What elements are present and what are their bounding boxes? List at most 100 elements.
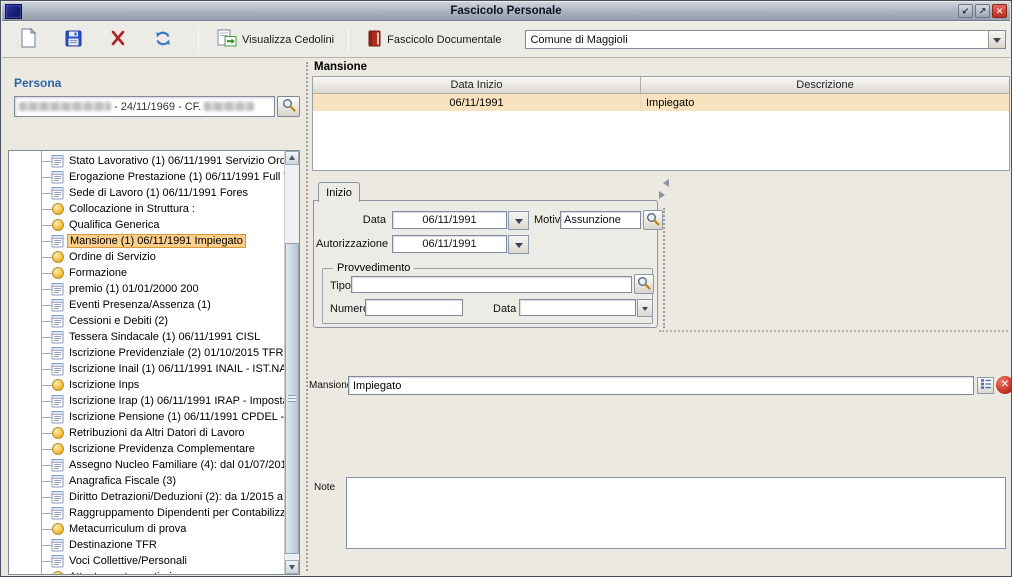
tree-item[interactable]: Diritto Detrazioni/Deduzioni (2): da 1/2… <box>9 489 284 505</box>
autorizzazione-label: Autorizzazione <box>316 238 386 250</box>
note-textarea[interactable] <box>346 477 1006 549</box>
tree-item[interactable]: premio (1) 01/01/2000 200 <box>9 281 284 297</box>
scroll-down-icon <box>289 565 295 573</box>
app-logo-icon <box>5 4 22 19</box>
table-row[interactable]: 06/11/1991 Impiegato <box>313 94 1009 111</box>
tree-item[interactable]: Erogazione Prestazione (1) 06/11/1991 Fu… <box>9 169 284 185</box>
tree-item[interactable]: Sede di Lavoro (1) 06/11/1991 Fores <box>9 185 284 201</box>
inner-vertical-splitter[interactable] <box>663 208 665 328</box>
persona-search-input[interactable]: - 24/11/1969 - CF. <box>14 96 275 117</box>
refresh-button[interactable] <box>149 26 177 54</box>
scrollbar-thumb[interactable] <box>285 243 299 554</box>
document-icon <box>51 506 64 520</box>
save-button[interactable] <box>59 26 87 54</box>
visualizza-cedolini-button[interactable]: Visualizza Cedolini <box>211 26 340 54</box>
tree-item[interactable]: Formazione <box>9 265 284 281</box>
tree-item[interactable]: Tessera Sindacale (1) 06/11/1991 CISL <box>9 329 284 345</box>
mansione-clear-button[interactable]: ✕ <box>996 376 1012 394</box>
close-button[interactable]: ✕ <box>992 4 1007 18</box>
visualizza-cedolini-icon <box>217 29 237 50</box>
section-title: Mansione <box>314 61 367 73</box>
mansione-panel: Mansione Data Inizio Descrizione 06/11/1… <box>312 58 1010 575</box>
persona-search-button[interactable] <box>277 96 300 117</box>
clear-icon: ✕ <box>1001 380 1009 390</box>
tree-item[interactable]: Destinazione TFR <box>9 537 284 553</box>
tree: Stato Lavorativo (1) 06/11/1991 Servizio… <box>8 150 300 575</box>
tipo-input[interactable] <box>351 276 632 293</box>
restore-icon: ↙ <box>962 7 970 16</box>
document-icon <box>51 298 64 312</box>
scroll-down-button[interactable] <box>285 560 299 574</box>
provvedimento-data-input[interactable] <box>519 299 636 316</box>
tree-item[interactable]: Iscrizione Pensione (1) 06/11/1991 CPDEL… <box>9 409 284 425</box>
document-icon <box>51 186 64 200</box>
inizio-tab-panel: Data Motivo Autorizzazione Provvedimento… <box>313 200 658 328</box>
tree-item[interactable]: Collocazione in Struttura : <box>9 201 284 217</box>
column-header-data-inizio[interactable]: Data Inizio <box>313 77 641 93</box>
panel-splitter[interactable] <box>302 58 312 575</box>
mansione-table: Data Inizio Descrizione 06/11/1991 Impie… <box>312 76 1010 171</box>
tree-item[interactable]: Cessioni e Debiti (2) <box>9 313 284 329</box>
inner-horizontal-splitter[interactable] <box>659 330 1008 332</box>
document-icon <box>51 346 64 360</box>
autorizzazione-dropdown-button[interactable] <box>508 235 529 254</box>
tree-item[interactable]: Eventi Presenza/Assenza (1) <box>9 297 284 313</box>
autorizzazione-input[interactable] <box>392 235 507 253</box>
thumb-grip-icon <box>288 395 296 402</box>
collapse-left-icon <box>659 179 669 187</box>
tree-item[interactable]: Iscrizione Previdenza Complementare <box>9 441 284 457</box>
tree-item[interactable]: Mansione (1) 06/11/1991 Impiegato <box>9 233 284 249</box>
scroll-up-button[interactable] <box>285 151 299 165</box>
motivo-input[interactable] <box>560 211 641 229</box>
tree-item[interactable]: Retribuzioni da Altri Datori di Lavoro <box>9 425 284 441</box>
delete-icon <box>110 30 126 49</box>
redacted-name <box>19 102 111 111</box>
tree-item[interactable]: Attestamento vestiario <box>9 569 284 575</box>
tab-inizio[interactable]: Inizio <box>318 182 360 202</box>
numero-input[interactable] <box>365 299 463 316</box>
tree-item[interactable]: Metacurriculum di prova <box>9 521 284 537</box>
bullet-icon <box>51 570 64 575</box>
close-icon: ✕ <box>996 7 1004 16</box>
tree-scrollbar[interactable] <box>284 151 299 574</box>
column-header-descrizione[interactable]: Descrizione <box>641 77 1009 93</box>
tree-item[interactable]: Qualifica Generica <box>9 217 284 233</box>
tree-item[interactable]: Ordine di Servizio <box>9 249 284 265</box>
tree-item[interactable]: Iscrizione Previdenziale (2) 01/10/2015 … <box>9 345 284 361</box>
search-icon <box>637 276 651 293</box>
tree-item[interactable]: Assegno Nucleo Familiare (4): dal 01/07/… <box>9 457 284 473</box>
provvedimento-data-dropdown-button[interactable] <box>637 299 653 317</box>
tree-item[interactable]: Stato Lavorativo (1) 06/11/1991 Servizio… <box>9 153 284 169</box>
company-combo[interactable]: Comune di Maggioli <box>525 30 1006 49</box>
delete-button[interactable] <box>104 26 132 54</box>
splitter-collapse-handle[interactable] <box>659 179 669 199</box>
mansione-input[interactable] <box>348 376 974 395</box>
company-combo-value: Comune di Maggioli <box>526 34 988 46</box>
document-icon <box>51 490 64 504</box>
bullet-icon <box>51 522 64 536</box>
dropdown-arrow-icon <box>642 307 648 314</box>
fascicolo-documentale-button[interactable]: Fascicolo Documentale <box>361 26 507 54</box>
tree-item[interactable]: Voci Collettive/Personali <box>9 553 284 569</box>
tipo-search-button[interactable] <box>634 274 654 294</box>
new-document-icon <box>20 28 37 51</box>
tree-item[interactable]: Iscrizione Irap (1) 06/11/1991 IRAP - Im… <box>9 393 284 409</box>
tree-item[interactable]: Iscrizione Inail (1) 06/11/1991 INAIL - … <box>9 361 284 377</box>
restore-button[interactable]: ↙ <box>958 4 973 18</box>
data-input[interactable] <box>392 211 507 229</box>
combo-dropdown-icon[interactable] <box>988 31 1005 48</box>
new-document-button[interactable] <box>14 26 42 54</box>
document-icon <box>51 458 64 472</box>
mansione-detail-button[interactable] <box>977 377 994 394</box>
tree-item[interactable]: Iscrizione Inps <box>9 377 284 393</box>
maximize-button[interactable]: ↗ <box>975 4 990 18</box>
data-dropdown-button[interactable] <box>508 211 529 230</box>
tree-item[interactable]: Raggruppamento Dipendenti per Contabiliz… <box>9 505 284 521</box>
toolbar-separator <box>348 29 349 51</box>
motivo-search-button[interactable] <box>643 210 663 230</box>
document-icon <box>51 314 64 328</box>
fascicolo-documentale-icon <box>367 30 382 50</box>
window-title: Fascicolo Personale <box>2 5 1010 17</box>
tree-item[interactable]: Anagrafica Fiscale (3) <box>9 473 284 489</box>
bullet-icon <box>51 266 64 280</box>
